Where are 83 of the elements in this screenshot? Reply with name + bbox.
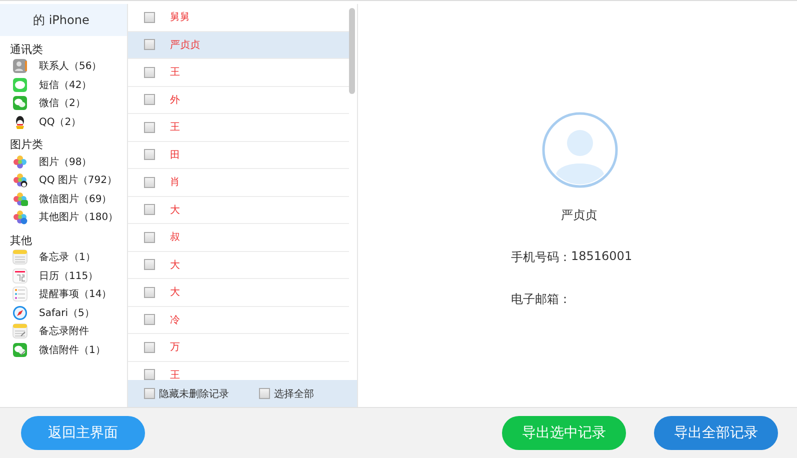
field-value: 18516001 [571, 249, 632, 265]
contact-row[interactable]: 万 [128, 334, 349, 362]
checkbox[interactable] [144, 259, 155, 270]
contact-row[interactable]: 肖 [128, 169, 349, 196]
contact-row[interactable]: 王 [128, 59, 349, 86]
flower-icon [12, 172, 28, 188]
checkbox[interactable] [144, 94, 155, 106]
export-all-button[interactable]: 导出全部记录 [654, 416, 778, 450]
scrollbar-thumb[interactable] [349, 8, 355, 94]
sidebar-item[interactable]: 微信附件（1） [0, 340, 127, 360]
contact-name: 严贞贞 [561, 207, 597, 224]
compass-icon [12, 304, 28, 321]
contact-name: 王 [170, 66, 180, 80]
field-label: 手机号码： [511, 249, 571, 266]
sidebar-item[interactable]: 微信图片（69） [0, 190, 127, 208]
message-icon [12, 76, 28, 93]
sidebar-item[interactable]: 提醒事项（14） [0, 284, 127, 304]
checkbox[interactable] [144, 342, 155, 353]
group-label: 其他 [9, 232, 33, 248]
contact-name: 外 [170, 94, 180, 107]
contact-name: 肖 [170, 176, 180, 190]
option-label: 选择全部 [274, 388, 314, 401]
contact-name: 冷 [170, 314, 180, 327]
sidebar-item[interactable]: 日历（115） [0, 266, 127, 285]
contact-name: 严贞贞 [170, 38, 200, 52]
flower-icon [12, 190, 28, 207]
back-button[interactable]: 返回主界面 [21, 416, 145, 450]
checkbox[interactable] [144, 369, 155, 380]
flower-icon [12, 154, 28, 170]
sidebar-item[interactable]: 备忘录附件 [0, 322, 127, 341]
checkbox[interactable] [144, 39, 155, 50]
calendar-icon [12, 268, 28, 284]
group-label: 通讯类 [9, 42, 44, 57]
checkbox[interactable] [144, 232, 155, 243]
contact-name: 叔 [170, 230, 180, 244]
checkbox[interactable] [144, 12, 155, 23]
option-label: 隐藏未删除记录 [159, 388, 229, 401]
checkbox[interactable] [144, 286, 155, 298]
contact-row[interactable]: 大 [128, 252, 349, 279]
contact-name: 王 [170, 121, 180, 134]
sidebar-item[interactable]: QQ（2） [0, 112, 127, 132]
contact-row[interactable]: 叔 [128, 224, 349, 252]
sidebar-item[interactable]: Safari（5） [0, 304, 127, 322]
flower-icon [12, 209, 28, 226]
checkbox[interactable] [144, 149, 155, 160]
contact-row[interactable]: 大 [128, 279, 349, 306]
contact-name: 万 [170, 341, 180, 354]
contact-row[interactable]: 王 [128, 114, 349, 142]
sidebar-item[interactable]: 短信（42） [0, 76, 127, 94]
sidebar-item[interactable]: 微信（2） [0, 94, 127, 113]
contacts-icon [12, 58, 28, 74]
checkbox[interactable] [144, 388, 155, 400]
checkbox[interactable] [144, 66, 155, 78]
group-label: 图片类 [9, 137, 44, 152]
contact-name: 大 [170, 204, 180, 217]
sidebar-item[interactable]: QQ 图片（792） [0, 170, 127, 190]
contact-name: 王 [170, 368, 180, 380]
sidebar-item[interactable]: 图片（98） [0, 152, 127, 171]
chat-bubbles-icon [12, 342, 28, 358]
sidebar-item[interactable]: 其他图片（180） [0, 208, 127, 227]
device-title: 的 iPhone [33, 12, 90, 28]
chat-bubbles-icon [12, 95, 28, 112]
contact-name: 田 [170, 148, 180, 162]
checkbox[interactable] [144, 176, 155, 188]
sidebar-item[interactable]: 联系人（56） [0, 57, 127, 76]
notepad-icon [12, 323, 28, 340]
contact-row[interactable]: 外 [128, 86, 349, 114]
list-icon [12, 286, 28, 302]
checkbox[interactable] [259, 388, 270, 400]
contact-name: 大 [170, 258, 180, 272]
contact-row[interactable]: 严贞贞 [128, 32, 349, 59]
sidebar-item[interactable]: 备忘录（1） [0, 248, 127, 266]
contact-row[interactable]: 大 [128, 196, 349, 224]
contact-name: 大 [170, 286, 180, 300]
notepad-icon [12, 249, 28, 266]
field-label: 电子邮箱： [511, 291, 571, 308]
contact-row[interactable]: 冷 [128, 306, 349, 334]
checkbox[interactable] [144, 314, 155, 326]
contact-name: 舅舅 [170, 10, 190, 24]
export-selected-button[interactable]: 导出选中记录 [502, 416, 626, 450]
contact-row[interactable]: 田 [128, 142, 349, 169]
checkbox[interactable] [144, 204, 155, 216]
checkbox[interactable] [144, 122, 155, 133]
